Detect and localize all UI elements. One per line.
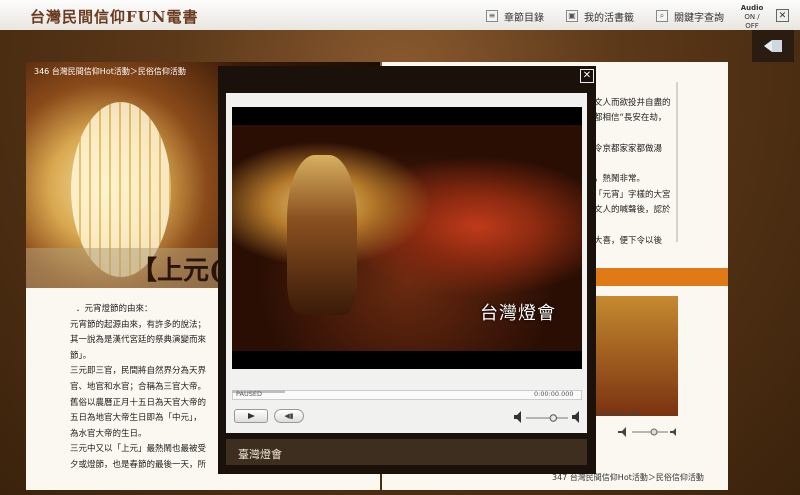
embedded-video-time: 0:00:00.480: [598, 410, 641, 418]
search-icon: ⌕: [656, 10, 668, 22]
video-caption: 臺灣燈會: [238, 448, 282, 461]
bookmark-icon: ▣: [566, 10, 578, 22]
back-arrow-icon: [764, 40, 782, 52]
speaker-icon: [670, 428, 676, 436]
keyword-search-button[interactable]: ⌕ 關鍵字查詢: [656, 8, 724, 24]
text-line: 都相信“長安在劫，: [594, 113, 667, 124]
bookmark-button[interactable]: ▣ 我的活書籤: [566, 8, 634, 24]
playback-time: 0:00:00.000: [534, 390, 574, 398]
audio-toggle[interactable]: Audio ON / OFF: [737, 4, 767, 31]
speaker-icon: [618, 427, 626, 437]
text-line: 令京都家家都做湯: [594, 143, 663, 154]
chapter-toc-label: 章節目錄: [504, 12, 544, 24]
close-app-button[interactable]: ✕: [776, 9, 789, 22]
toc-icon: ≡: [486, 10, 498, 22]
temple-procession-scene: 台灣燈會: [232, 125, 582, 351]
page-title: 【上元(: [131, 256, 222, 286]
play-icon: [248, 413, 255, 419]
speaker-icon: [514, 411, 521, 423]
video-watermark: 台灣燈會: [480, 303, 556, 324]
bookmark-label: 我的活書籤: [584, 12, 634, 24]
text-line: ，熱鬧非常。: [594, 174, 646, 185]
close-modal-button[interactable]: ✕: [580, 69, 594, 83]
text-line: [594, 127, 714, 142]
keyword-search-label: 關鍵字查詢: [674, 12, 724, 24]
right-page-text: 文人而欲投井自盡的 都相信“長安在劫， 令京都家家都做湯 ，熱鬧非常。 「元宵」…: [594, 96, 714, 249]
app-logo: 台灣民間信仰FUN電書: [30, 8, 199, 26]
volume-control[interactable]: [512, 410, 582, 424]
video-frame[interactable]: 台灣燈會: [232, 107, 582, 369]
text-line: 大喜，便下令以後: [594, 235, 663, 246]
deity-statue: [287, 155, 357, 315]
embedded-video-thumbnail[interactable]: [582, 296, 678, 416]
text-line: 文人而欲投井自盡的: [594, 98, 671, 108]
back-button[interactable]: [752, 30, 794, 62]
speaker-icon: [572, 411, 579, 423]
text-line: 文人的喊聲後，認於: [594, 205, 671, 216]
play-button[interactable]: [234, 409, 268, 423]
audio-label: Audio: [740, 4, 764, 12]
playback-status: PAUSED: [236, 390, 262, 398]
audio-state: ON / OFF: [744, 13, 760, 30]
text-line: 「元宵」字樣的大宮: [594, 189, 671, 200]
stop-icon: ◀▮: [284, 412, 294, 420]
page-scrollbar[interactable]: [676, 82, 678, 242]
text-line: [594, 218, 714, 233]
left-page-header: 346 台灣民間信仰Hot活動＞民俗信仰活動: [34, 67, 186, 76]
close-icon: ✕: [582, 70, 592, 81]
text-line: [594, 157, 714, 172]
chapter-toc-button[interactable]: ≡ 章節目錄: [486, 8, 544, 24]
stop-button[interactable]: ◀▮: [274, 409, 304, 423]
